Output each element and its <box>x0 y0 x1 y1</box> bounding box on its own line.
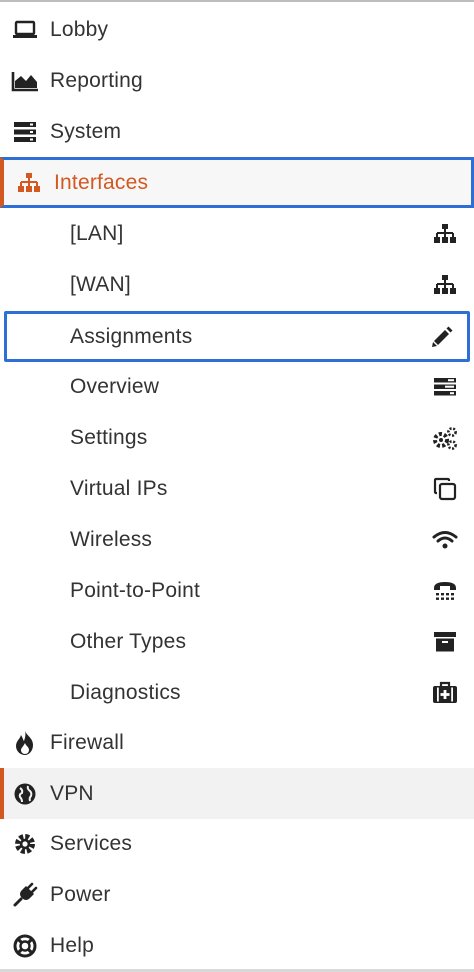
life-ring-icon <box>10 931 40 961</box>
menu-item-interfaces[interactable]: Interfaces <box>0 157 474 208</box>
wifi-icon <box>430 525 460 555</box>
submenu-item-label: Settings <box>70 425 148 449</box>
menu-item-reporting[interactable]: Reporting <box>0 55 474 106</box>
medkit-icon <box>430 678 460 708</box>
menu-item-label: Firewall <box>50 730 124 754</box>
clone-icon <box>430 474 460 504</box>
menu-item-system[interactable]: System <box>0 106 474 157</box>
menu-item-label: Help <box>50 933 94 957</box>
submenu-item-point-to-point[interactable]: Point-to-Point <box>0 565 474 616</box>
menu-item-firewall[interactable]: Firewall <box>0 717 474 768</box>
menu-item-label: Services <box>50 831 133 855</box>
menu-item-label: System <box>50 119 122 143</box>
submenu-item-other-types[interactable]: Other Types <box>0 616 474 667</box>
submenu-item-assignments[interactable]: Assignments <box>4 311 470 362</box>
sitemap-icon <box>430 270 460 300</box>
globe-icon <box>10 779 40 809</box>
submenu-item-label: [LAN] <box>70 221 124 245</box>
menu-item-vpn[interactable]: VPN <box>0 768 474 819</box>
submenu-item-overview[interactable]: Overview <box>0 361 474 412</box>
menu-item-services[interactable]: Services <box>0 818 474 869</box>
submenu-item-label: Other Types <box>70 629 187 653</box>
menu-item-label: VPN <box>50 781 94 805</box>
menu-item-help[interactable]: Help <box>0 920 474 971</box>
submenu-item-wireless[interactable]: Wireless <box>0 514 474 565</box>
menu-item-label: Lobby <box>50 17 109 41</box>
submenu-item-label: Diagnostics <box>70 680 181 704</box>
cogs-icon <box>430 423 460 453</box>
menu-item-lobby[interactable]: Lobby <box>0 4 474 55</box>
menu-item-power[interactable]: Power <box>0 869 474 920</box>
submenu-item-virtual-ips[interactable]: Virtual IPs <box>0 463 474 514</box>
submenu-item-label: [WAN] <box>70 272 131 296</box>
menu-item-label: Interfaces <box>54 170 149 194</box>
submenu-item-label: Wireless <box>70 527 153 551</box>
archive-icon <box>430 627 460 657</box>
submenu-item-diagnostics[interactable]: Diagnostics <box>0 667 474 718</box>
submenu-item-settings[interactable]: Settings <box>0 412 474 463</box>
submenu-item-label: Overview <box>70 374 160 398</box>
pencil-icon <box>427 322 457 352</box>
laptop-icon <box>10 15 40 45</box>
submenu-item-label: Assignments <box>70 324 193 348</box>
server-icon <box>10 117 40 147</box>
sitemap-icon <box>14 168 44 198</box>
plug-icon <box>10 880 40 910</box>
submenu-item-label: Point-to-Point <box>70 578 201 602</box>
tasks-icon <box>430 372 460 402</box>
menu-item-label: Reporting <box>50 68 143 92</box>
submenu-item-label: Virtual IPs <box>70 476 168 500</box>
fire-icon <box>10 728 40 758</box>
cog-icon <box>10 829 40 859</box>
sidebar-menu: Lobby Reporting System Interfaces [LAN] … <box>0 0 474 972</box>
submenu-item-lan[interactable]: [LAN] <box>0 208 474 259</box>
tty-icon <box>430 576 460 606</box>
area-chart-icon <box>10 66 40 96</box>
sitemap-icon <box>430 219 460 249</box>
menu-item-label: Power <box>50 882 111 906</box>
submenu-item-wan[interactable]: [WAN] <box>0 259 474 310</box>
